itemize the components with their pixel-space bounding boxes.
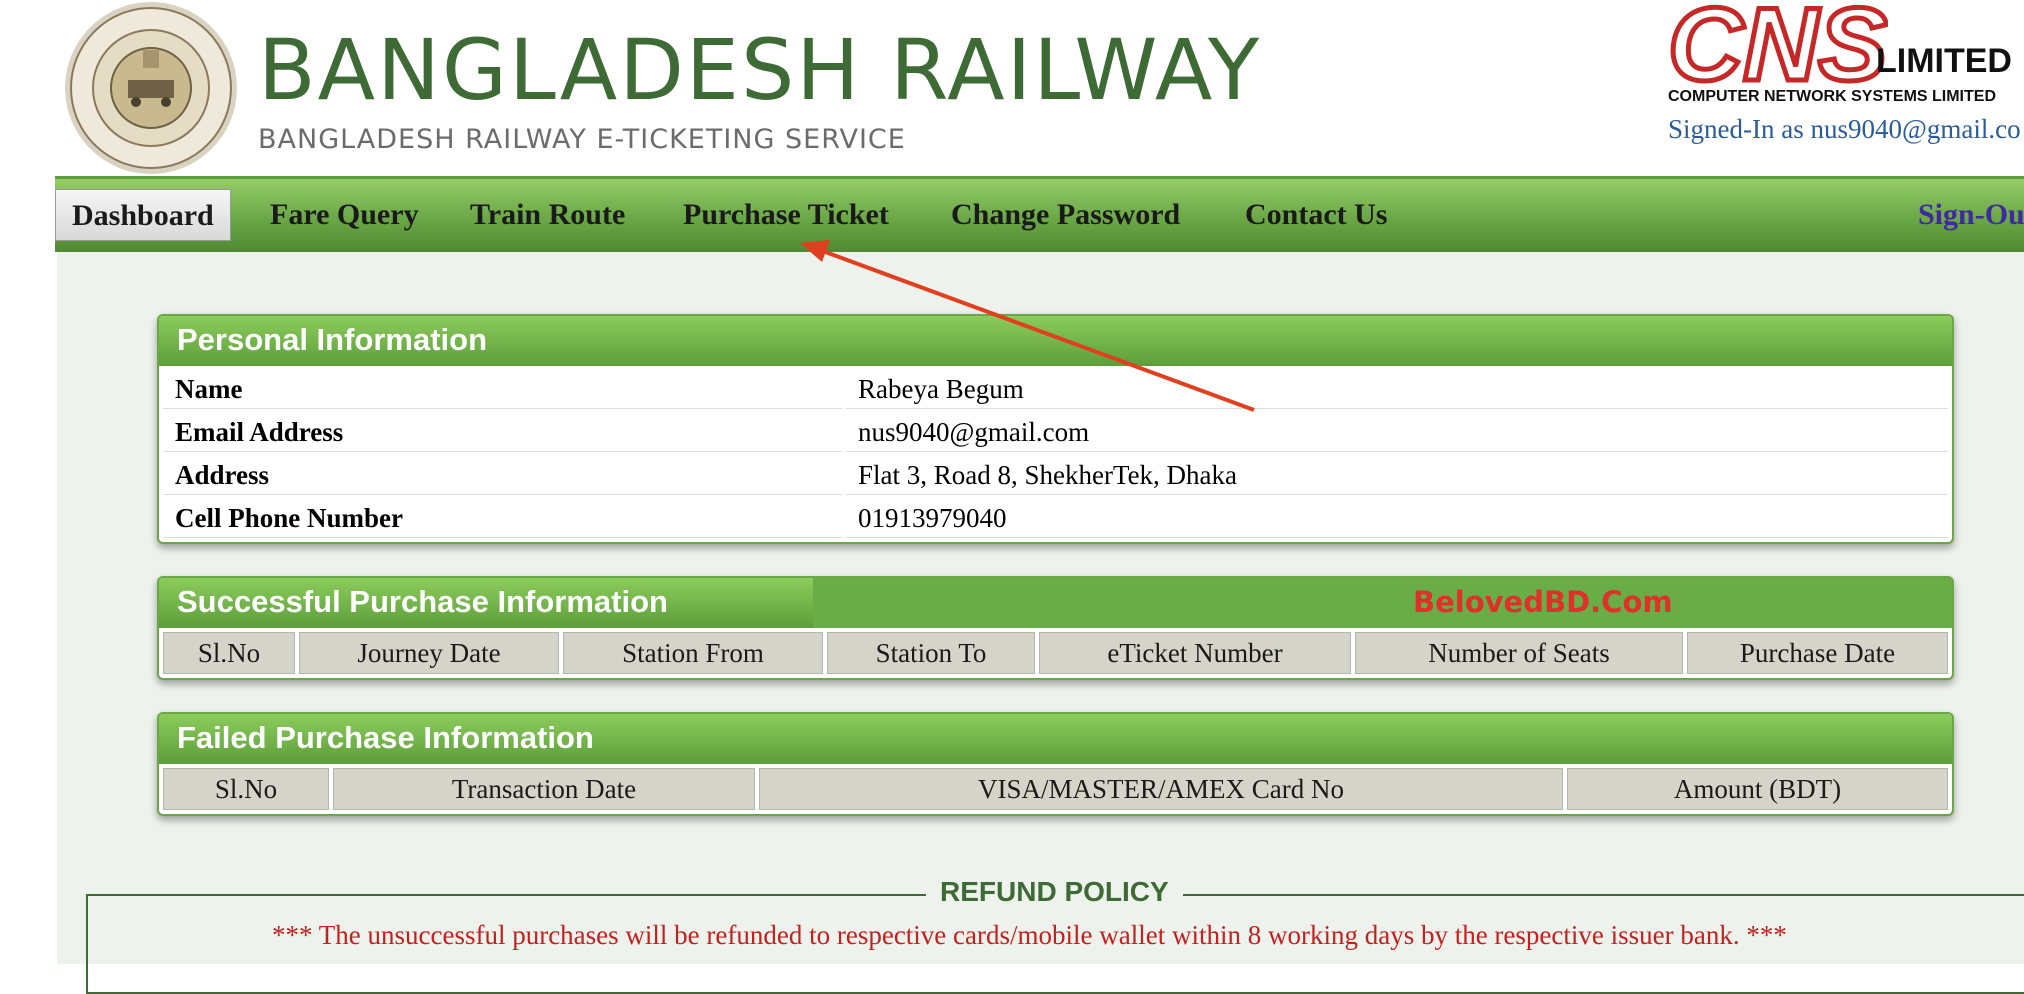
site-title: BANGLADESH RAILWAY bbox=[258, 21, 1262, 119]
refund-policy-text: *** The unsuccessful purchases will be r… bbox=[272, 920, 1787, 950]
successful-purchase-header: Successful Purchase Information BelovedB… bbox=[159, 578, 1952, 628]
sign-out-link[interactable]: Sign-Ou bbox=[1918, 189, 2024, 241]
column-header: Station From bbox=[563, 632, 823, 674]
cns-wordmark-icon: CNS bbox=[1668, 0, 1888, 86]
column-header: Station To bbox=[827, 632, 1035, 674]
cns-logo: CNS LIMITED COMPUTER NETWORK SYSTEMS LIM… bbox=[1660, 0, 2024, 112]
table-row: Cell Phone Number 01913979040 bbox=[163, 499, 1948, 538]
column-header: Transaction Date bbox=[333, 768, 755, 810]
refund-policy-title: REFUND POLICY bbox=[926, 876, 1183, 908]
email-label: Email Address bbox=[163, 413, 842, 452]
email-value: nus9040@gmail.com bbox=[846, 413, 1948, 452]
column-header: VISA/MASTER/AMEX Card No bbox=[759, 768, 1563, 810]
cns-full-name: COMPUTER NETWORK SYSTEMS LIMITED bbox=[1668, 88, 1996, 105]
address-label: Address bbox=[163, 456, 842, 495]
nav-purchase-ticket[interactable]: Purchase Ticket bbox=[683, 189, 889, 241]
personal-info-panel: Personal Information Name Rabeya Begum E… bbox=[157, 314, 1954, 544]
column-header: Sl.No bbox=[163, 632, 295, 674]
name-value: Rabeya Begum bbox=[846, 370, 1948, 409]
table-row: Email Address nus9040@gmail.com bbox=[163, 413, 1948, 452]
nav-contact-us[interactable]: Contact Us bbox=[1245, 189, 1388, 241]
phone-label: Cell Phone Number bbox=[163, 499, 842, 538]
failed-purchase-title: Failed Purchase Information bbox=[159, 714, 1952, 764]
successful-purchase-table: Sl.No Journey Date Station From Station … bbox=[159, 628, 1952, 678]
table-header-row: Sl.No Transaction Date VISA/MASTER/AMEX … bbox=[163, 768, 1948, 810]
railway-seal-logo bbox=[65, 2, 237, 174]
table-header-row: Sl.No Journey Date Station From Station … bbox=[163, 632, 1948, 674]
personal-info-table: Name Rabeya Begum Email Address nus9040@… bbox=[159, 366, 1952, 542]
failed-purchase-panel: Failed Purchase Information Sl.No Transa… bbox=[157, 712, 1954, 816]
phone-value: 01913979040 bbox=[846, 499, 1948, 538]
address-value: Flat 3, Road 8, ShekherTek, Dhaka bbox=[846, 456, 1948, 495]
column-header: Purchase Date bbox=[1687, 632, 1948, 674]
failed-purchase-table: Sl.No Transaction Date VISA/MASTER/AMEX … bbox=[159, 764, 1952, 814]
successful-purchase-title: Successful Purchase Information bbox=[177, 584, 668, 619]
successful-purchase-panel: Successful Purchase Information BelovedB… bbox=[157, 576, 1954, 680]
nav-fare-query[interactable]: Fare Query bbox=[270, 189, 419, 241]
table-row: Name Rabeya Begum bbox=[163, 370, 1948, 409]
column-header: eTicket Number bbox=[1039, 632, 1351, 674]
cns-brand-text: CNS bbox=[1668, 0, 1888, 86]
nav-dashboard[interactable]: Dashboard bbox=[55, 189, 231, 241]
nav-change-password[interactable]: Change Password bbox=[951, 189, 1180, 241]
column-header: Amount (BDT) bbox=[1567, 768, 1948, 810]
column-header: Number of Seats bbox=[1355, 632, 1683, 674]
column-header: Sl.No bbox=[163, 768, 329, 810]
signed-in-status: Signed-In as nus9040@gmail.co bbox=[1668, 114, 2021, 144]
column-header: Journey Date bbox=[299, 632, 559, 674]
table-row: Address Flat 3, Road 8, ShekherTek, Dhak… bbox=[163, 456, 1948, 495]
watermark-text: BelovedBD.Com bbox=[1413, 585, 1673, 619]
site-subtitle: BANGLADESH RAILWAY E-TICKETING SERVICE bbox=[258, 124, 906, 155]
main-nav: Dashboard Fare Query Train Route Purchas… bbox=[55, 176, 2024, 252]
nav-train-route[interactable]: Train Route bbox=[470, 189, 625, 241]
cns-limited-text: LIMITED bbox=[1876, 42, 2012, 80]
name-label: Name bbox=[163, 370, 842, 409]
header-split bbox=[813, 578, 1952, 628]
personal-info-title: Personal Information bbox=[159, 316, 1952, 366]
